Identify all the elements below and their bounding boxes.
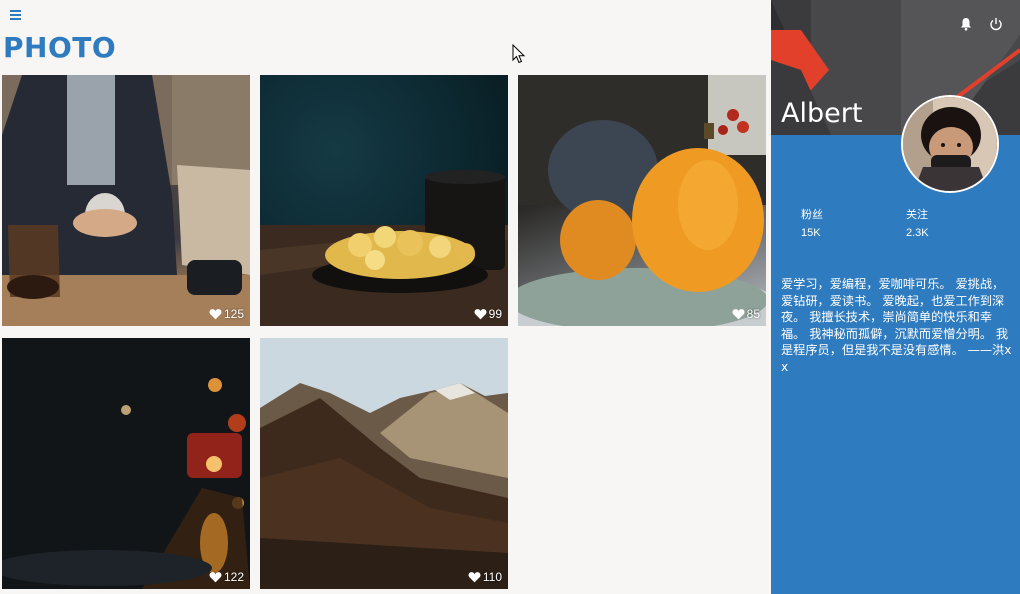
like-count-value: 110 xyxy=(482,570,502,584)
profile-bio: 爱学习，爱编程，爱咖啡可乐。 爱挑战，爱钻研，爱读书。 爱晚起，也爱工作到深夜。… xyxy=(781,277,1012,374)
power-icon[interactable] xyxy=(989,17,1003,31)
profile-name: Albert xyxy=(781,98,863,129)
photo-card-pumpkins[interactable]: 85 xyxy=(518,75,766,326)
heart-icon xyxy=(732,309,745,320)
like-count-value: 99 xyxy=(488,307,502,321)
stat-value: 2.3K xyxy=(906,227,929,239)
like-count-value: 122 xyxy=(223,570,244,584)
like-count-value: 125 xyxy=(223,307,244,321)
like-count[interactable]: 125 xyxy=(209,307,244,321)
followers-stat[interactable]: 粉丝 15K xyxy=(801,206,823,242)
stat-label: 粉丝 xyxy=(801,209,823,221)
stat-label: 关注 xyxy=(906,209,928,221)
like-count-value: 85 xyxy=(746,307,760,321)
photo-image xyxy=(2,338,250,589)
mouse-cursor-icon xyxy=(512,44,526,64)
following-stat[interactable]: 关注 2.3K xyxy=(906,206,929,242)
photo-card-night-street[interactable]: 122 xyxy=(2,338,250,589)
heart-icon xyxy=(474,309,487,320)
like-count[interactable]: 85 xyxy=(732,307,760,321)
profile-panel: Albert 粉丝 15K 关注 2.3K 爱学习，爱编程，爱咖啡可乐。 爱挑战… xyxy=(771,0,1020,594)
photo-image xyxy=(2,75,250,326)
heart-icon xyxy=(209,309,222,320)
like-count[interactable]: 99 xyxy=(474,307,502,321)
photo-image xyxy=(518,75,766,326)
photo-card-popcorn[interactable]: 99 xyxy=(260,75,508,326)
hamburger-icon[interactable] xyxy=(8,8,26,22)
photo-card-mountains[interactable]: 110 xyxy=(260,338,508,589)
like-count[interactable]: 122 xyxy=(209,570,244,584)
heart-icon xyxy=(209,572,222,583)
photo-image xyxy=(260,338,508,589)
photo-card-coffee-man[interactable]: 125 xyxy=(2,75,250,326)
like-count[interactable]: 110 xyxy=(468,570,502,584)
stat-value: 15K xyxy=(801,227,821,239)
bell-icon[interactable] xyxy=(959,17,973,31)
page-title: PHOTO xyxy=(3,31,117,64)
avatar[interactable] xyxy=(901,95,999,193)
heart-icon xyxy=(468,572,481,583)
photo-image xyxy=(260,75,508,326)
